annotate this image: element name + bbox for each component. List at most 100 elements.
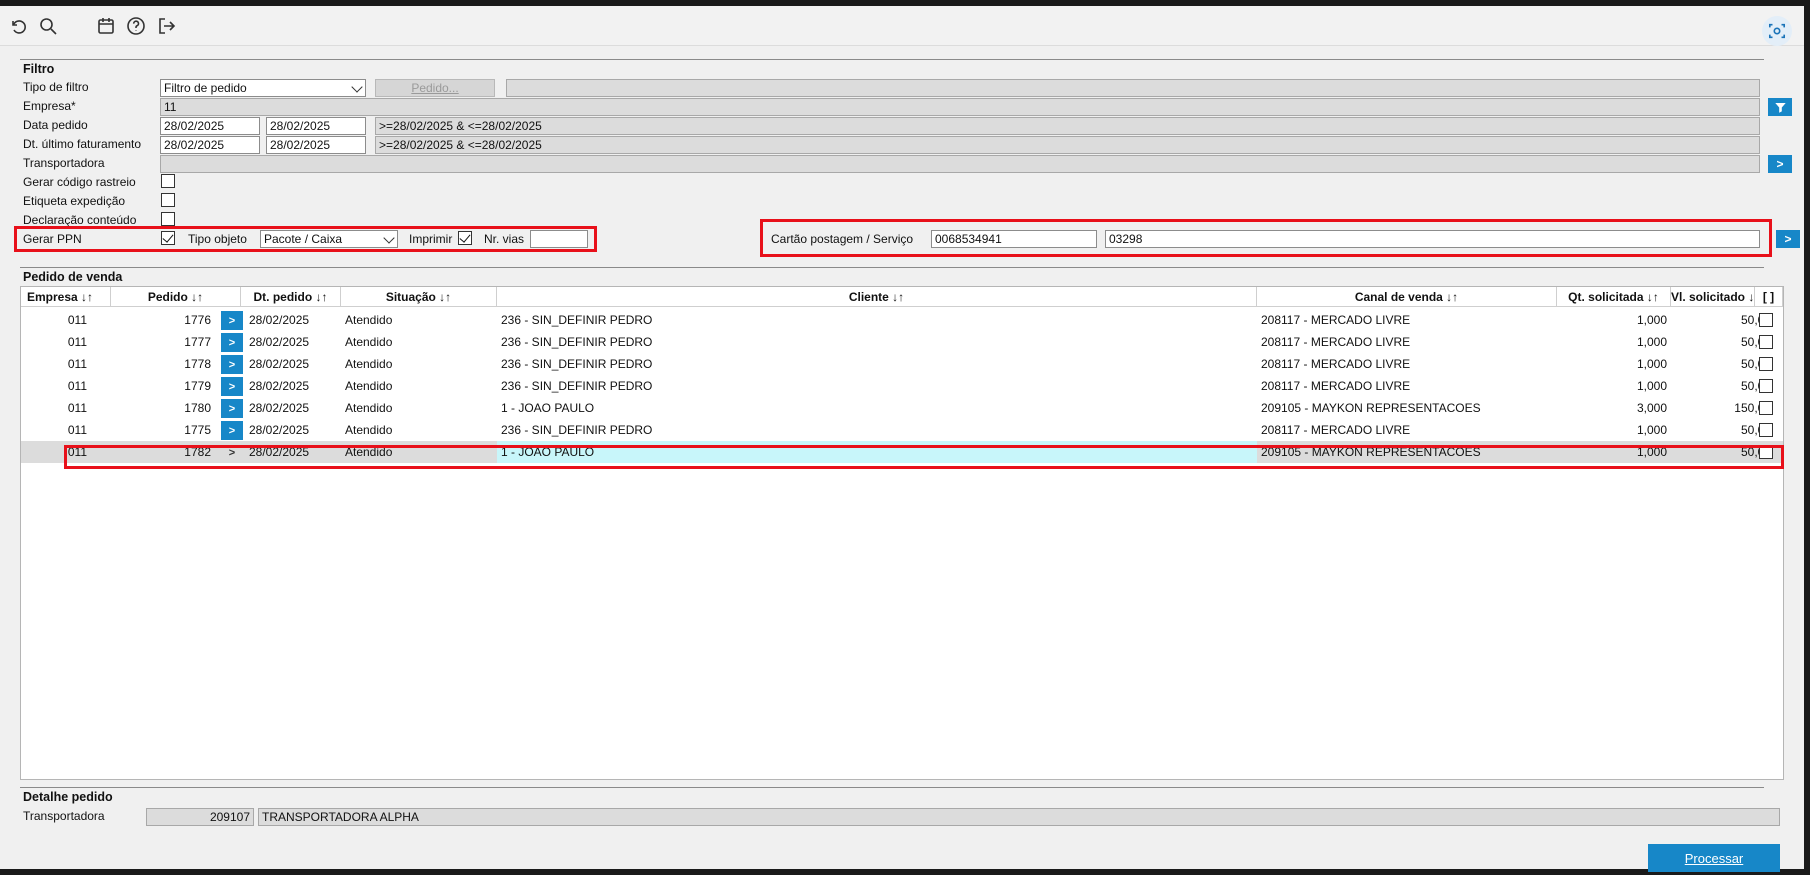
- detalhe-transportadora-label: Transportadora: [23, 809, 105, 823]
- empresa-label: Empresa*: [23, 99, 76, 113]
- col-select[interactable]: [ ]: [1755, 287, 1783, 307]
- cell-cliente: 236 - SIN_DEFINIR PEDRO: [501, 313, 653, 327]
- cell-empresa: 011: [67, 445, 87, 459]
- cell-qt: 1,000: [1636, 445, 1667, 459]
- row-select-checkbox[interactable]: [1759, 313, 1773, 327]
- tipo-objeto-select[interactable]: Pacote / Caixa: [260, 230, 398, 248]
- col-pedido[interactable]: Pedido ↓↑: [111, 287, 241, 307]
- row-open-button[interactable]: >: [221, 399, 243, 418]
- col-dt-pedido[interactable]: Dt. pedido ↓↑: [241, 287, 341, 307]
- exit-icon[interactable]: [154, 14, 178, 38]
- cell-situacao: Atendido: [345, 357, 393, 371]
- screen-capture-icon[interactable]: [1762, 16, 1792, 46]
- servico-input[interactable]: 03298: [1105, 230, 1760, 248]
- cell-empresa: 011: [67, 313, 87, 327]
- cell-dt: 28/02/2025: [249, 445, 310, 459]
- dt-ultimo-faturamento-from[interactable]: 28/02/2025: [160, 136, 260, 154]
- etiqueta-expedicao-checkbox[interactable]: [161, 193, 175, 207]
- tipo-filtro-select[interactable]: Filtro de pedido: [160, 79, 366, 97]
- cell-pedido: 1778: [184, 357, 211, 371]
- imprimir-label: Imprimir: [409, 232, 453, 246]
- row-open-button[interactable]: >: [221, 421, 243, 440]
- detalhe-transportadora-name: TRANSPORTADORA ALPHA: [258, 808, 1780, 826]
- processar-label: Processar: [1684, 850, 1744, 866]
- cell-empresa: 011: [67, 401, 87, 415]
- detalhe-title: Detalhe pedido: [23, 790, 113, 804]
- chevron-down-icon: [383, 232, 395, 244]
- col-cliente[interactable]: Cliente ↓↑: [497, 287, 1257, 307]
- cell-situacao: Atendido: [345, 379, 393, 393]
- row-select-checkbox[interactable]: [1759, 379, 1773, 393]
- data-pedido-from[interactable]: 28/02/2025: [160, 117, 260, 135]
- gerar-codigo-rastreio-label: Gerar código rastreio: [23, 175, 136, 189]
- table-row[interactable]: 011 1779 28/02/2025 Atendido 236 - SIN_DEFIN…: [21, 375, 1783, 397]
- cell-canal: 208117 - MERCADO LIVRE: [1261, 379, 1411, 393]
- cell-dt: 28/02/2025: [249, 423, 310, 437]
- col-vl-solicitado[interactable]: Vl. solicitado ↓↑: [1671, 287, 1755, 307]
- transportadora-expand-button[interactable]: >: [1768, 155, 1792, 173]
- row-open-button[interactable]: >: [221, 311, 243, 330]
- row-select-checkbox[interactable]: [1759, 423, 1773, 437]
- detalhe-transportadora-code: 209107: [146, 808, 254, 826]
- row-select-checkbox[interactable]: [1759, 357, 1773, 371]
- pedido-button[interactable]: Pedido...: [375, 79, 495, 97]
- imprimir-checkbox[interactable]: [458, 231, 472, 245]
- cell-qt: 1,000: [1636, 313, 1667, 327]
- chevron-down-icon: [351, 81, 363, 93]
- cartao-postagem-input[interactable]: 0068534941: [931, 230, 1097, 248]
- col-situacao[interactable]: Situação ↓↑: [341, 287, 497, 307]
- row-open-button[interactable]: >: [221, 333, 243, 352]
- search-icon[interactable]: [36, 14, 60, 38]
- tipo-objeto-label: Tipo objeto: [188, 232, 247, 246]
- data-pedido-expression: >=28/02/2025 & <=28/02/2025: [375, 117, 1760, 135]
- calendar-icon[interactable]: [94, 14, 118, 38]
- cell-dt: 28/02/2025: [249, 313, 310, 327]
- table-row[interactable]: 011 1778 28/02/2025 Atendido 236 - SIN_DEFIN…: [21, 353, 1783, 375]
- col-qt-solicitada[interactable]: Qt. solicitada ↓↑: [1557, 287, 1671, 307]
- gerar-ppn-checkbox[interactable]: [161, 231, 175, 245]
- help-icon[interactable]: [124, 14, 148, 38]
- chevron-right-icon: >: [1776, 157, 1784, 171]
- cell-situacao: Atendido: [345, 313, 393, 327]
- undo-icon[interactable]: [6, 14, 30, 38]
- row-open-button[interactable]: >: [221, 355, 243, 374]
- declaracao-conteudo-checkbox[interactable]: [161, 212, 175, 226]
- table-row[interactable]: 011 1777 28/02/2025 Atendido 236 - SIN_DEFIN…: [21, 331, 1783, 353]
- row-select-checkbox[interactable]: [1759, 445, 1773, 459]
- empresa-field[interactable]: 11: [160, 98, 1760, 116]
- transportadora-field[interactable]: [160, 155, 1760, 173]
- data-pedido-label: Data pedido: [23, 118, 88, 132]
- cell-situacao: Atendido: [345, 401, 393, 415]
- pedido-venda-table: Empresa ↓↑ Pedido ↓↑ Dt. pedido ↓↑ Situa…: [20, 286, 1784, 780]
- tipo-filtro-value: Filtro de pedido: [164, 81, 247, 95]
- cell-canal: 209105 - MAYKON REPRESENTACOES: [1261, 401, 1481, 415]
- cell-cliente: 236 - SIN_DEFINIR PEDRO: [501, 423, 653, 437]
- row-select-checkbox[interactable]: [1759, 401, 1773, 415]
- dt-ultimo-faturamento-expression: >=28/02/2025 & <=28/02/2025: [375, 136, 1760, 154]
- row-open-button[interactable]: >: [221, 443, 243, 462]
- cell-empresa: 011: [67, 423, 87, 437]
- filtro-divider: [20, 59, 1764, 60]
- nr-vias-input[interactable]: [530, 230, 588, 248]
- etiqueta-expedicao-label: Etiqueta expedição: [23, 194, 126, 208]
- gerar-codigo-rastreio-checkbox[interactable]: [161, 174, 175, 188]
- cell-canal: 208117 - MERCADO LIVRE: [1261, 313, 1411, 327]
- dt-ultimo-faturamento-label: Dt. último faturamento: [23, 137, 142, 151]
- col-empresa[interactable]: Empresa ↓↑: [21, 287, 111, 307]
- col-canal-venda[interactable]: Canal de venda ↓↑: [1257, 287, 1557, 307]
- row-select-checkbox[interactable]: [1759, 335, 1773, 349]
- cartao-expand-button[interactable]: >: [1776, 230, 1800, 248]
- table-row[interactable]: 011 1780 28/02/2025 Atendido 1 - JOAO PAULO 2…: [21, 397, 1783, 419]
- processar-button[interactable]: Processar: [1648, 844, 1780, 872]
- dt-ultimo-faturamento-to[interactable]: 28/02/2025: [266, 136, 366, 154]
- filter-button[interactable]: [1768, 98, 1792, 116]
- table-row[interactable]: 011 1775 28/02/2025 Atendido 236 - SIN_DEFIN…: [21, 419, 1783, 441]
- table-row[interactable]: 011 1782 28/02/2025 Atendido 1 - JOAO PAULO 2…: [21, 441, 1783, 463]
- main-content: Filtro Tipo de filtro Filtro de pedido P…: [14, 56, 1800, 872]
- tipo-filtro-label: Tipo de filtro: [23, 80, 89, 94]
- cell-canal: 209105 - MAYKON REPRESENTACOES: [1261, 445, 1481, 459]
- chevron-right-icon: >: [1784, 232, 1792, 246]
- data-pedido-to[interactable]: 28/02/2025: [266, 117, 366, 135]
- table-row[interactable]: 011 1776 28/02/2025 Atendido 236 - SIN_DEFIN…: [21, 309, 1783, 331]
- row-open-button[interactable]: >: [221, 377, 243, 396]
